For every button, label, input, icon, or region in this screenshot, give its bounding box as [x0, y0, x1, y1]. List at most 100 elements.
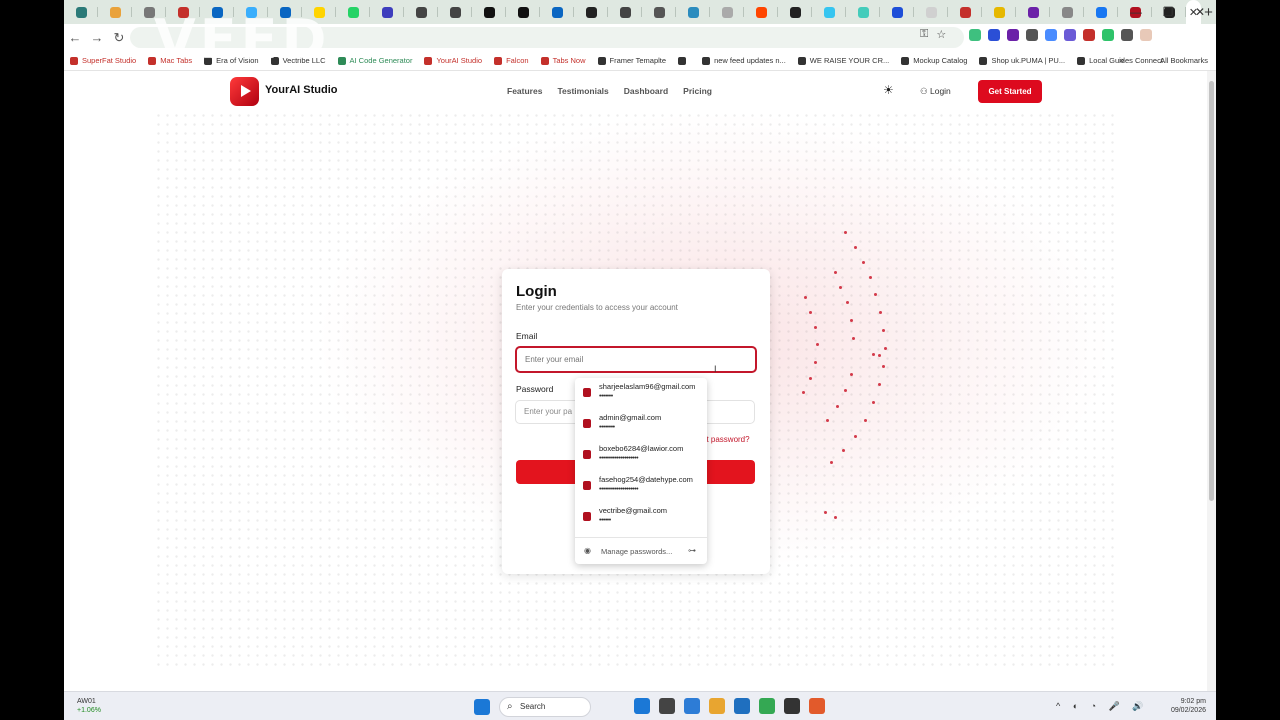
taskbar-app-icon[interactable] [684, 698, 700, 714]
brand-logo-icon[interactable] [230, 77, 259, 106]
stock-widget[interactable]: AW01 +1.06% [77, 697, 101, 715]
extension-icon[interactable] [1102, 29, 1114, 41]
nav-testimonials[interactable]: Testimonials [557, 86, 608, 96]
bookmark-item[interactable]: Mockup Catalog [895, 56, 973, 65]
taskbar-app-icon[interactable] [759, 698, 775, 714]
extension-icon[interactable] [1140, 29, 1152, 41]
forgot-password-link[interactable]: ot password? [702, 435, 750, 444]
minimize-button[interactable]: — [1120, 0, 1152, 24]
autofill-account[interactable]: fasehog254@datehype.com •••••••••••••••••… [575, 471, 707, 502]
tab[interactable] [370, 0, 404, 24]
brand-name[interactable]: YourAI Studio [265, 84, 338, 96]
password-key-icon[interactable]: ⚿ [920, 28, 928, 41]
bookmark-item[interactable]: SuperFat Studio [64, 56, 142, 65]
nav-dashboard[interactable]: Dashboard [624, 86, 668, 96]
header-login-link[interactable]: ⚇ Login [920, 86, 951, 97]
theme-toggle-sun-icon[interactable]: ☀ [883, 83, 894, 97]
tab[interactable] [710, 0, 744, 24]
email-field[interactable] [515, 346, 757, 373]
nav-pricing[interactable]: Pricing [683, 86, 712, 96]
tab[interactable] [472, 0, 506, 24]
tab[interactable] [880, 0, 914, 24]
extension-icon[interactable] [1045, 29, 1057, 41]
get-started-button[interactable]: Get Started [978, 80, 1042, 103]
tab[interactable] [1084, 0, 1118, 24]
bookmark-item[interactable] [672, 56, 696, 65]
system-tray[interactable]: ^ ◐ ◔ 🎤 🔊 [1056, 701, 1149, 712]
extension-icon[interactable] [1121, 29, 1133, 41]
bookmark-item[interactable]: YourAI Studio [418, 56, 488, 65]
bookmark-favicon-icon [901, 56, 910, 65]
tab[interactable] [812, 0, 846, 24]
scrollbar-thumb[interactable] [1209, 81, 1214, 501]
tab[interactable] [744, 0, 778, 24]
taskbar-app-icon[interactable] [634, 698, 650, 714]
tab[interactable] [676, 0, 710, 24]
bookmark-star-icon[interactable]: ☆ [936, 28, 946, 41]
nav-features[interactable]: Features [507, 86, 542, 96]
back-button[interactable]: ← [64, 30, 86, 45]
tab[interactable] [574, 0, 608, 24]
tab[interactable] [98, 0, 132, 24]
extension-icon[interactable] [1026, 29, 1038, 41]
bookmark-item[interactable]: AI Code Generator [332, 56, 419, 65]
tab[interactable] [846, 0, 880, 24]
bookmark-item[interactable]: Framer Temaplte [592, 56, 673, 65]
tab[interactable] [642, 0, 676, 24]
browser-window: ✕ + — ❐ ✕ ← → ↻ ⚿ ☆ SuperFat Studio Mac T… [64, 0, 1216, 720]
tab[interactable] [914, 0, 948, 24]
vertical-scrollbar[interactable] [1207, 71, 1216, 691]
autofill-email: boxebo6284@lawior.com [599, 444, 684, 453]
maximize-button[interactable]: ❐ [1152, 0, 1184, 24]
autofill-account[interactable]: admin@gmail.com •••••••• [575, 409, 707, 440]
tab[interactable] [438, 0, 472, 24]
autofill-account[interactable]: sharjeelaslam96@gmail.com ••••••• [575, 378, 707, 409]
tab[interactable] [64, 0, 98, 24]
taskbar-app-icon[interactable] [659, 698, 675, 714]
bookmark-item[interactable]: Tabs Now [535, 56, 592, 65]
close-window-button[interactable]: ✕ [1184, 0, 1216, 24]
tab[interactable] [948, 0, 982, 24]
taskbar-app-icon[interactable] [734, 698, 750, 714]
tab[interactable] [982, 0, 1016, 24]
decorative-red-dot [814, 361, 817, 364]
bookmark-item[interactable]: new feed updates n... [696, 56, 792, 65]
autofill-account[interactable]: vectribe@gmail.com •••••• [575, 502, 707, 533]
tab[interactable] [404, 0, 438, 24]
start-windows-icon[interactable] [474, 699, 490, 715]
autofill-account[interactable]: boxebo6284@lawior.com •••••••••••••••••••… [575, 440, 707, 471]
taskbar-app-icon[interactable] [809, 698, 825, 714]
bookmark-favicon-icon [494, 56, 503, 65]
tab-favicon-icon [483, 6, 495, 18]
extension-icon[interactable] [1064, 29, 1076, 41]
decorative-red-dot [814, 326, 817, 329]
extension-icon[interactable] [988, 29, 1000, 41]
bookmark-item[interactable]: Falcon [488, 56, 535, 65]
extension-icon[interactable] [1083, 29, 1095, 41]
more-bookmarks-icon[interactable]: » [1119, 55, 1124, 65]
tab[interactable] [1050, 0, 1084, 24]
forward-button[interactable]: → [86, 30, 108, 45]
bookmark-favicon-icon [597, 56, 606, 65]
reload-button[interactable]: ↻ [108, 30, 130, 46]
bookmark-item[interactable]: Shop uk.PUMA | PU... [973, 56, 1071, 65]
taskbar-search[interactable]: Search [499, 697, 591, 717]
tab[interactable] [336, 0, 370, 24]
tab[interactable] [540, 0, 574, 24]
clock[interactable]: 9:02 pm 09/02/2026 [1171, 697, 1206, 715]
tab[interactable] [608, 0, 642, 24]
decorative-red-dot [834, 271, 837, 274]
extension-icon[interactable] [1007, 29, 1019, 41]
taskbar-app-icon[interactable] [784, 698, 800, 714]
bookmark-item[interactable]: WE RAISE YOUR CR... [792, 56, 895, 65]
tab[interactable] [778, 0, 812, 24]
clock-date: 09/02/2026 [1170, 707, 1206, 714]
bookmark-label: Shop uk.PUMA | PU... [991, 56, 1066, 65]
manage-passwords-item[interactable]: ◉ Manage passwords... ⊶ [575, 537, 707, 564]
tab[interactable] [1016, 0, 1050, 24]
taskbar-app-icon[interactable] [709, 698, 725, 714]
bookmark-favicon-icon [702, 56, 711, 65]
all-bookmarks[interactable]: All Bookmarks [1160, 56, 1208, 65]
extension-icon[interactable] [969, 29, 981, 41]
tab[interactable] [506, 0, 540, 24]
